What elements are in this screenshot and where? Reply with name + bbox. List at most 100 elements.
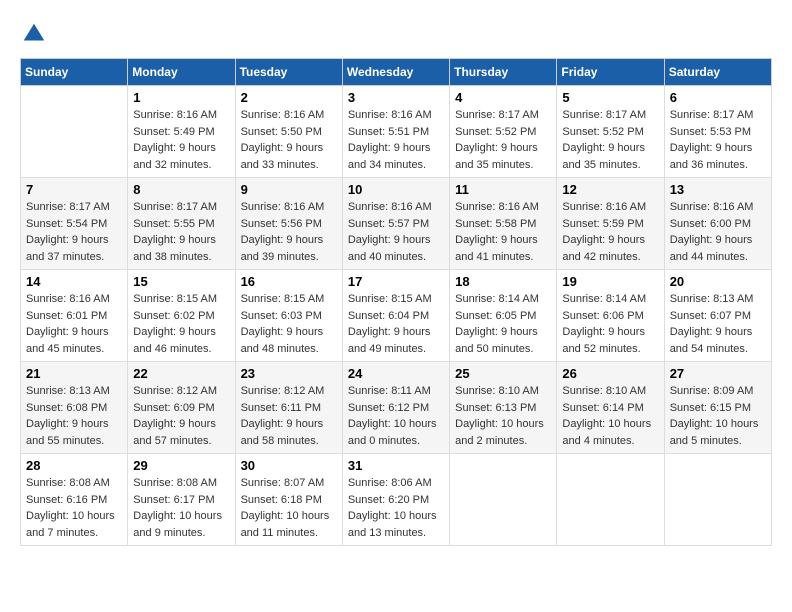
calendar-cell: 17 Sunrise: 8:15 AMSunset: 6:04 PMDayligh… xyxy=(342,270,449,362)
calendar-cell: 10Sunrise: 8:16 AMSunset: 5:57 PMDayligh… xyxy=(342,178,449,270)
day-detail: Sunrise: 8:14 AMSunset: 6:05 PMDaylight:… xyxy=(455,291,551,357)
calendar-cell: 8 Sunrise: 8:17 AMSunset: 5:55 PMDaylight… xyxy=(128,178,235,270)
day-number: 16 xyxy=(241,274,337,289)
weekday-header-monday: Monday xyxy=(128,59,235,86)
day-detail: Sunrise: 8:16 AMSunset: 5:50 PMDaylight:… xyxy=(241,107,337,173)
calendar-cell: 3 Sunrise: 8:16 AMSunset: 5:51 PMDaylight… xyxy=(342,86,449,178)
calendar-cell: 21 Sunrise: 8:13 AMSunset: 6:08 PMDayligh… xyxy=(21,362,128,454)
calendar-cell: 2 Sunrise: 8:16 AMSunset: 5:50 PMDaylight… xyxy=(235,86,342,178)
day-number: 22 xyxy=(133,366,229,381)
day-number: 5 xyxy=(562,90,658,105)
day-number: 13 xyxy=(670,182,766,197)
day-detail: Sunrise: 8:16 AMSunset: 5:51 PMDaylight:… xyxy=(348,107,444,173)
day-number: 2 xyxy=(241,90,337,105)
calendar-cell: 5 Sunrise: 8:17 AMSunset: 5:52 PMDaylight… xyxy=(557,86,664,178)
day-detail: Sunrise: 8:17 AMSunset: 5:53 PMDaylight:… xyxy=(670,107,766,173)
calendar-cell xyxy=(664,454,771,546)
day-detail: Sunrise: 8:15 AMSunset: 6:04 PMDaylight:… xyxy=(348,291,444,357)
calendar-cell: 7 Sunrise: 8:17 AMSunset: 5:54 PMDaylight… xyxy=(21,178,128,270)
day-detail: Sunrise: 8:17 AMSunset: 5:54 PMDaylight:… xyxy=(26,199,122,265)
day-detail: Sunrise: 8:06 AMSunset: 6:20 PMDaylight:… xyxy=(348,475,444,541)
day-number: 19 xyxy=(562,274,658,289)
calendar-cell: 27 Sunrise: 8:09 AMSunset: 6:15 PMDayligh… xyxy=(664,362,771,454)
day-detail: Sunrise: 8:12 AMSunset: 6:09 PMDaylight:… xyxy=(133,383,229,449)
day-number: 7 xyxy=(26,182,122,197)
calendar-week-row: 28Sunrise: 8:08 AMSunset: 6:16 PMDayligh… xyxy=(21,454,772,546)
day-detail: Sunrise: 8:08 AMSunset: 6:17 PMDaylight:… xyxy=(133,475,229,541)
calendar-week-row: 7 Sunrise: 8:17 AMSunset: 5:54 PMDaylight… xyxy=(21,178,772,270)
calendar-week-row: 21 Sunrise: 8:13 AMSunset: 6:08 PMDayligh… xyxy=(21,362,772,454)
day-number: 25 xyxy=(455,366,551,381)
day-detail: Sunrise: 8:10 AMSunset: 6:14 PMDaylight:… xyxy=(562,383,658,449)
logo-icon xyxy=(20,20,48,48)
calendar-cell: 11 Sunrise: 8:16 AMSunset: 5:58 PMDayligh… xyxy=(450,178,557,270)
day-number: 20 xyxy=(670,274,766,289)
logo xyxy=(20,20,52,48)
day-detail: Sunrise: 8:16 AMSunset: 5:59 PMDaylight:… xyxy=(562,199,658,265)
day-detail: Sunrise: 8:16 AMSunset: 6:00 PMDaylight:… xyxy=(670,199,766,265)
day-detail: Sunrise: 8:14 AMSunset: 6:06 PMDaylight:… xyxy=(562,291,658,357)
day-number: 23 xyxy=(241,366,337,381)
calendar-cell: 15Sunrise: 8:15 AMSunset: 6:02 PMDayligh… xyxy=(128,270,235,362)
day-number: 3 xyxy=(348,90,444,105)
day-detail: Sunrise: 8:07 AMSunset: 6:18 PMDaylight:… xyxy=(241,475,337,541)
calendar-cell: 22 Sunrise: 8:12 AMSunset: 6:09 PMDayligh… xyxy=(128,362,235,454)
calendar-cell xyxy=(450,454,557,546)
calendar-cell: 4 Sunrise: 8:17 AMSunset: 5:52 PMDaylight… xyxy=(450,86,557,178)
day-number: 4 xyxy=(455,90,551,105)
calendar-cell: 31Sunrise: 8:06 AMSunset: 6:20 PMDayligh… xyxy=(342,454,449,546)
weekday-header-sunday: Sunday xyxy=(21,59,128,86)
day-detail: Sunrise: 8:11 AMSunset: 6:12 PMDaylight:… xyxy=(348,383,444,449)
day-number: 8 xyxy=(133,182,229,197)
calendar-cell: 16 Sunrise: 8:15 AMSunset: 6:03 PMDayligh… xyxy=(235,270,342,362)
calendar-cell: 28Sunrise: 8:08 AMSunset: 6:16 PMDayligh… xyxy=(21,454,128,546)
day-number: 11 xyxy=(455,182,551,197)
day-detail: Sunrise: 8:16 AMSunset: 5:56 PMDaylight:… xyxy=(241,199,337,265)
calendar-cell: 24Sunrise: 8:11 AMSunset: 6:12 PMDayligh… xyxy=(342,362,449,454)
day-detail: Sunrise: 8:17 AMSunset: 5:52 PMDaylight:… xyxy=(455,107,551,173)
day-number: 30 xyxy=(241,458,337,473)
calendar-cell: 18 Sunrise: 8:14 AMSunset: 6:05 PMDayligh… xyxy=(450,270,557,362)
calendar-cell: 13 Sunrise: 8:16 AMSunset: 6:00 PMDayligh… xyxy=(664,178,771,270)
day-detail: Sunrise: 8:13 AMSunset: 6:07 PMDaylight:… xyxy=(670,291,766,357)
day-detail: Sunrise: 8:10 AMSunset: 6:13 PMDaylight:… xyxy=(455,383,551,449)
day-number: 15 xyxy=(133,274,229,289)
weekday-header-saturday: Saturday xyxy=(664,59,771,86)
day-number: 6 xyxy=(670,90,766,105)
calendar-cell: 19 Sunrise: 8:14 AMSunset: 6:06 PMDayligh… xyxy=(557,270,664,362)
calendar-cell: 26 Sunrise: 8:10 AMSunset: 6:14 PMDayligh… xyxy=(557,362,664,454)
day-detail: Sunrise: 8:16 AMSunset: 5:58 PMDaylight:… xyxy=(455,199,551,265)
calendar-cell: 23Sunrise: 8:12 AMSunset: 6:11 PMDayligh… xyxy=(235,362,342,454)
calendar-week-row: 14Sunrise: 8:16 AMSunset: 6:01 PMDayligh… xyxy=(21,270,772,362)
day-detail: Sunrise: 8:09 AMSunset: 6:15 PMDaylight:… xyxy=(670,383,766,449)
day-number: 17 xyxy=(348,274,444,289)
calendar-table: SundayMondayTuesdayWednesdayThursdayFrid… xyxy=(20,58,772,546)
weekday-header-friday: Friday xyxy=(557,59,664,86)
calendar-cell: 6 Sunrise: 8:17 AMSunset: 5:53 PMDaylight… xyxy=(664,86,771,178)
calendar-cell: 20 Sunrise: 8:13 AMSunset: 6:07 PMDayligh… xyxy=(664,270,771,362)
calendar-cell: 12 Sunrise: 8:16 AMSunset: 5:59 PMDayligh… xyxy=(557,178,664,270)
weekday-header-thursday: Thursday xyxy=(450,59,557,86)
weekday-header-tuesday: Tuesday xyxy=(235,59,342,86)
day-detail: Sunrise: 8:15 AMSunset: 6:03 PMDaylight:… xyxy=(241,291,337,357)
day-detail: Sunrise: 8:16 AMSunset: 5:49 PMDaylight:… xyxy=(133,107,229,173)
calendar-cell: 14Sunrise: 8:16 AMSunset: 6:01 PMDayligh… xyxy=(21,270,128,362)
day-detail: Sunrise: 8:13 AMSunset: 6:08 PMDaylight:… xyxy=(26,383,122,449)
day-detail: Sunrise: 8:17 AMSunset: 5:55 PMDaylight:… xyxy=(133,199,229,265)
page-header xyxy=(20,20,772,48)
weekday-header-wednesday: Wednesday xyxy=(342,59,449,86)
day-detail: Sunrise: 8:17 AMSunset: 5:52 PMDaylight:… xyxy=(562,107,658,173)
calendar-cell: 1 Sunrise: 8:16 AMSunset: 5:49 PMDaylight… xyxy=(128,86,235,178)
day-number: 21 xyxy=(26,366,122,381)
day-number: 26 xyxy=(562,366,658,381)
day-number: 18 xyxy=(455,274,551,289)
day-number: 27 xyxy=(670,366,766,381)
calendar-cell xyxy=(21,86,128,178)
day-number: 14 xyxy=(26,274,122,289)
weekday-header-row: SundayMondayTuesdayWednesdayThursdayFrid… xyxy=(21,59,772,86)
day-number: 12 xyxy=(562,182,658,197)
day-detail: Sunrise: 8:08 AMSunset: 6:16 PMDaylight:… xyxy=(26,475,122,541)
day-number: 1 xyxy=(133,90,229,105)
day-number: 29 xyxy=(133,458,229,473)
calendar-cell: 29 Sunrise: 8:08 AMSunset: 6:17 PMDayligh… xyxy=(128,454,235,546)
